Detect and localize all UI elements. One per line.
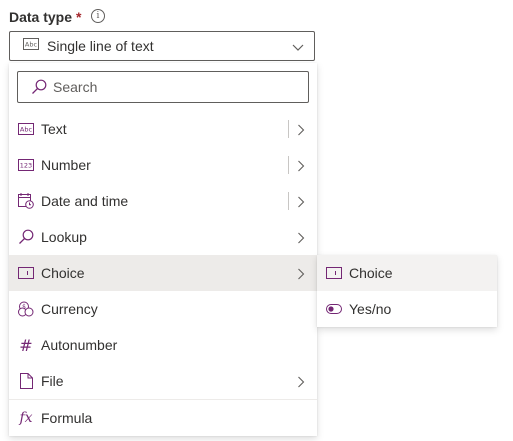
menu-item-label: Formula (41, 410, 93, 426)
search-input[interactable] (53, 79, 283, 95)
menu-item-lookup[interactable]: Lookup (9, 219, 317, 255)
submenu-item-label: Choice (349, 265, 393, 281)
menu-item-formula[interactable]: fx Formula (9, 400, 317, 436)
hash-icon: # (19, 335, 33, 355)
number-123-icon: 123 (17, 157, 35, 173)
separator (288, 156, 289, 174)
dropdown-selected-value: Single line of text (47, 38, 154, 54)
separator (288, 120, 289, 138)
submenu-item-yes-no[interactable]: Yes/no (317, 291, 497, 327)
menu-item-text[interactable]: Abc Text (9, 111, 317, 147)
menu-item-number[interactable]: 123 Number (9, 147, 317, 183)
menu-item-date-and-time[interactable]: Date and time (9, 183, 317, 219)
text-abc-icon: Abc (17, 121, 35, 137)
search-icon (31, 79, 47, 95)
data-type-dropdown[interactable]: Abc Single line of text (9, 31, 315, 61)
svg-text:Abc: Abc (20, 126, 33, 134)
data-type-label: Data type * (9, 8, 81, 26)
text-abc-icon: Abc (23, 37, 39, 55)
choice-dropdown-icon (325, 265, 343, 281)
lookup-search-icon (17, 229, 35, 245)
submenu-item-choice[interactable]: Choice (317, 255, 497, 291)
separator (288, 192, 289, 210)
svg-text:Abc: Abc (25, 41, 38, 49)
data-type-menu: Abc Text 123 Number Date and time (9, 63, 317, 436)
choice-submenu: Choice Yes/no (317, 255, 497, 327)
required-asterisk: * (76, 9, 82, 25)
menu-item-autonumber[interactable]: # Autonumber (9, 327, 317, 363)
choice-dropdown-icon (17, 265, 35, 281)
chevron-right-icon[interactable] (297, 375, 305, 393)
chevron-right-icon[interactable] (297, 159, 305, 177)
menu-item-currency[interactable]: $ Currency (9, 291, 317, 327)
calendar-clock-icon (17, 193, 35, 209)
formula-fx-icon: fx (19, 410, 33, 426)
chevron-right-icon[interactable] (297, 267, 305, 285)
chevron-down-icon (292, 40, 304, 58)
menu-item-label: Lookup (41, 229, 87, 245)
chevron-right-icon[interactable] (297, 231, 305, 249)
toggle-icon (325, 301, 343, 317)
svg-text:123: 123 (20, 162, 32, 170)
menu-item-file[interactable]: File (9, 363, 317, 399)
data-type-label-text: Data type (9, 9, 73, 25)
menu-item-label: Choice (41, 265, 85, 281)
search-box[interactable] (17, 71, 309, 103)
submenu-item-label: Yes/no (349, 301, 392, 317)
chevron-right-icon[interactable] (297, 123, 305, 141)
currency-icon: $ (17, 301, 35, 317)
svg-text:$: $ (22, 304, 26, 311)
file-icon (17, 373, 35, 389)
info-icon[interactable]: i (91, 9, 105, 23)
chevron-right-icon[interactable] (297, 195, 305, 213)
menu-item-label: Date and time (41, 193, 129, 209)
menu-item-label: Autonumber (41, 337, 118, 353)
menu-item-label: File (41, 373, 64, 389)
menu-item-label: Text (41, 121, 67, 137)
menu-item-choice[interactable]: Choice (9, 255, 317, 291)
menu-item-label: Number (41, 157, 91, 173)
menu-item-label: Currency (41, 301, 98, 317)
